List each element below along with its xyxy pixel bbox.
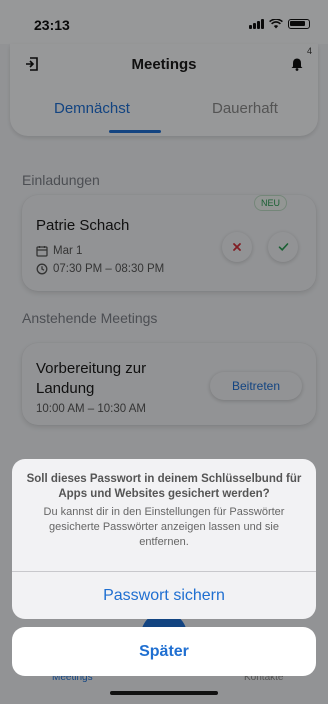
save-password-sheet: Soll dieses Passwort in deinem Schlüssel… (12, 459, 316, 619)
home-indicator (110, 691, 218, 695)
save-password-button[interactable]: Passwort sichern (12, 572, 316, 619)
sheet-title: Soll dieses Passwort in deinem Schlüssel… (26, 473, 302, 500)
sheet-message: Du kannst dir in den Einstellungen für P… (43, 506, 285, 548)
app-screen: 23:13 Meetings 4 Demnächst Dauerhaft Ein… (0, 0, 328, 704)
later-button[interactable]: Später (12, 627, 316, 676)
